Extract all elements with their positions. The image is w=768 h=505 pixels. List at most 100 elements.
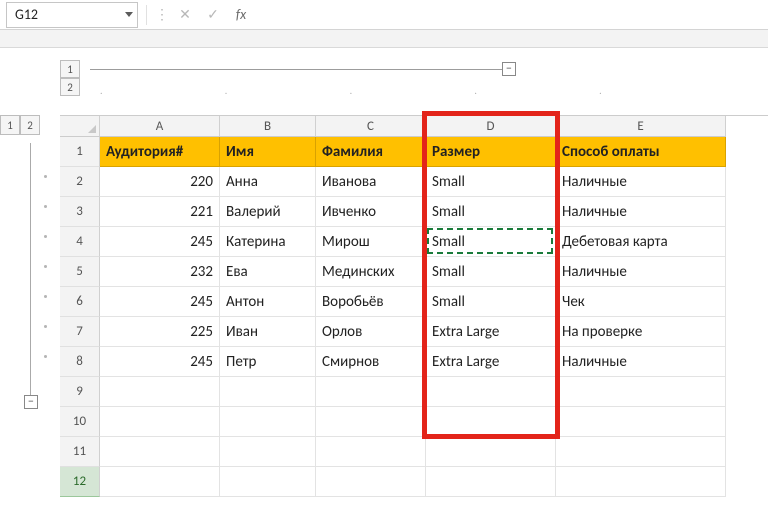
separator	[146, 5, 147, 25]
cell[interactable]: Extra Large	[426, 317, 556, 347]
cell[interactable]: Чек	[556, 287, 726, 317]
cell[interactable]: Small	[426, 227, 556, 257]
row-outline-group: 1 2 −	[0, 115, 60, 505]
header-cell[interactable]: Имя	[220, 137, 316, 167]
header-cell[interactable]: Размер	[426, 137, 556, 167]
cell[interactable]	[426, 407, 556, 437]
cell[interactable]: На проверке	[556, 317, 726, 347]
header-cell[interactable]: Способ оплаты	[556, 137, 726, 167]
collapse-side-icon[interactable]: −	[24, 395, 38, 409]
row-header[interactable]: 7	[60, 317, 100, 347]
outline-level-2[interactable]: 2	[60, 78, 80, 96]
cell[interactable]	[426, 377, 556, 407]
cell[interactable]: 221	[100, 197, 220, 227]
cell[interactable]: Наличные	[556, 197, 726, 227]
chevron-down-icon[interactable]	[125, 12, 133, 17]
cell[interactable]	[100, 467, 220, 497]
cell[interactable]	[316, 437, 426, 467]
cell[interactable]: Орлов	[316, 317, 426, 347]
cell[interactable]: 245	[100, 227, 220, 257]
cell[interactable]: Мирош	[316, 227, 426, 257]
cell[interactable]: Антон	[220, 287, 316, 317]
cell[interactable]: 245	[100, 287, 220, 317]
row-header[interactable]: 8	[60, 347, 100, 377]
cell[interactable]	[556, 377, 726, 407]
cell[interactable]	[220, 437, 316, 467]
cell[interactable]: 220	[100, 167, 220, 197]
outline-dot	[44, 355, 47, 358]
row-header[interactable]: 4	[60, 227, 100, 257]
select-all-corner[interactable]	[60, 116, 100, 137]
outline-side-level-1[interactable]: 1	[0, 115, 20, 135]
outline-dot	[44, 295, 47, 298]
cell[interactable]: Иван	[220, 317, 316, 347]
row-header[interactable]: 6	[60, 287, 100, 317]
cell[interactable]: Small	[426, 167, 556, 197]
cell[interactable]	[426, 467, 556, 497]
cell[interactable]	[220, 467, 316, 497]
row-header[interactable]: 3	[60, 197, 100, 227]
cell[interactable]: Extra Large	[426, 347, 556, 377]
row-header[interactable]: 1	[60, 137, 100, 167]
cell[interactable]: Смирнов	[316, 347, 426, 377]
row-header[interactable]: 9	[60, 377, 100, 407]
cell[interactable]	[556, 437, 726, 467]
cell[interactable]: Катерина	[220, 227, 316, 257]
name-box[interactable]: G12	[6, 2, 138, 28]
outline-side-level-2[interactable]: 2	[20, 115, 40, 135]
row-header[interactable]: 12	[60, 467, 100, 497]
cell[interactable]	[556, 407, 726, 437]
outline-level-1[interactable]: 1	[60, 60, 80, 78]
row-header[interactable]: 10	[60, 407, 100, 437]
fx-icon[interactable]: fx	[227, 6, 255, 23]
cell[interactable]: Петр	[220, 347, 316, 377]
col-header-B[interactable]: B	[220, 116, 316, 137]
cell[interactable]: Наличные	[556, 347, 726, 377]
cell[interactable]: Наличные	[556, 257, 726, 287]
header-cell[interactable]: Аудитория#	[100, 137, 220, 167]
col-header-E[interactable]: E	[556, 116, 726, 137]
cell[interactable]	[220, 407, 316, 437]
cell[interactable]: 232	[100, 257, 220, 287]
cell[interactable]: Ивченко	[316, 197, 426, 227]
cell[interactable]: Small	[426, 197, 556, 227]
cell[interactable]	[316, 407, 426, 437]
cell[interactable]	[426, 437, 556, 467]
cell[interactable]	[100, 437, 220, 467]
cell[interactable]: Small	[426, 287, 556, 317]
outline-dot	[44, 235, 47, 238]
cell[interactable]: 245	[100, 347, 220, 377]
cell[interactable]	[220, 377, 316, 407]
cell[interactable]: Дебетовая карта	[556, 227, 726, 257]
cell[interactable]	[316, 377, 426, 407]
cell[interactable]	[100, 407, 220, 437]
cell[interactable]: 225	[100, 317, 220, 347]
cell[interactable]: Анна	[220, 167, 316, 197]
cell[interactable]: Валерий	[220, 197, 316, 227]
drag-handle-icon[interactable]: ⋮	[155, 6, 171, 23]
worksheet-grid: 1Аудитория#ИмяФамилияРазмерСпособ оплаты…	[60, 137, 768, 505]
col-header-D[interactable]: D	[426, 116, 556, 137]
cell[interactable]	[100, 377, 220, 407]
row-header[interactable]: 5	[60, 257, 100, 287]
cell[interactable]: Ева	[220, 257, 316, 287]
outline-line	[90, 69, 508, 70]
header-cell[interactable]: Фамилия	[316, 137, 426, 167]
outline-dot	[44, 205, 47, 208]
cell[interactable]: Наличные	[556, 167, 726, 197]
cell[interactable]	[556, 467, 726, 497]
cell[interactable]: Small	[426, 257, 556, 287]
name-box-value: G12	[15, 6, 38, 23]
row-header[interactable]: 11	[60, 437, 100, 467]
cell[interactable]: Воробьёв	[316, 287, 426, 317]
collapse-icon[interactable]: −	[502, 62, 516, 76]
formula-bar: G12 ⋮ ✕ ✓ fx	[0, 0, 768, 30]
row-header[interactable]: 2	[60, 167, 100, 197]
col-header-C[interactable]: C	[316, 116, 426, 137]
cell[interactable]: Мединских	[316, 257, 426, 287]
col-header-A[interactable]: A	[100, 116, 220, 137]
cell[interactable]: Иванова	[316, 167, 426, 197]
enter-icon: ✓	[199, 6, 227, 23]
ribbon-shadow	[0, 30, 768, 48]
cell[interactable]	[316, 467, 426, 497]
